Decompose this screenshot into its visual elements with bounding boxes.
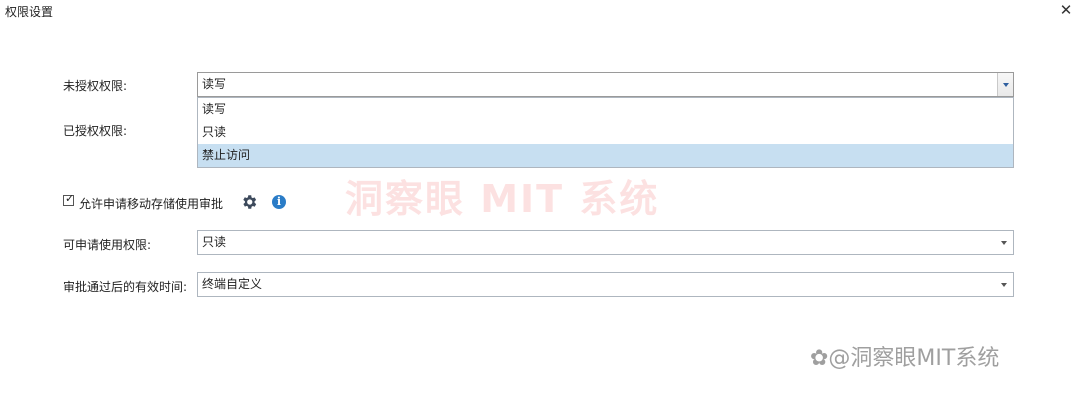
allow-request-label: 允许申请移动存储使用审批 — [79, 197, 224, 211]
chevron-down-icon — [1001, 283, 1007, 287]
unauthorized-permission-select[interactable]: 读写 — [197, 72, 1014, 97]
dropdown-option-no-access[interactable]: 禁止访问 — [198, 144, 1013, 167]
chevron-down-icon — [1003, 83, 1009, 87]
valid-time-value: 终端自定义 — [202, 277, 263, 291]
gear-icon[interactable] — [240, 193, 258, 211]
chevron-down-icon — [1001, 241, 1007, 245]
unauthorized-permission-value: 读写 — [202, 77, 227, 91]
checkmark-icon: ✓ — [65, 192, 75, 205]
watermark-center: 洞察眼 MIT 系统 — [345, 177, 660, 221]
unauthorized-permission-label: 未授权权限: — [63, 79, 128, 93]
dropdown-option-read-only[interactable]: 只读 — [198, 121, 1013, 144]
authorized-permission-label: 已授权权限: — [63, 124, 128, 138]
allow-request-checkbox[interactable]: ✓ — [63, 192, 75, 206]
dropdown-option-read-write[interactable]: 读写 — [198, 98, 1013, 121]
requestable-permission-value: 只读 — [202, 235, 227, 249]
valid-time-select[interactable]: 终端自定义 — [197, 272, 1014, 297]
valid-time-label: 审批通过后的有效时间: — [63, 280, 188, 294]
permission-dropdown-list: 读写 只读 禁止访问 — [197, 97, 1014, 168]
requestable-permission-select[interactable]: 只读 — [197, 230, 1014, 255]
info-icon[interactable]: i — [272, 195, 286, 209]
dropdown-toggle-button[interactable] — [997, 73, 1013, 96]
close-icon[interactable]: ✕ — [1056, 0, 1076, 20]
window-title: 权限设置 — [5, 5, 54, 19]
requestable-permission-label: 可申请使用权限: — [63, 238, 152, 252]
watermark-corner: ✿@洞察眼MIT系统 — [810, 346, 1000, 371]
